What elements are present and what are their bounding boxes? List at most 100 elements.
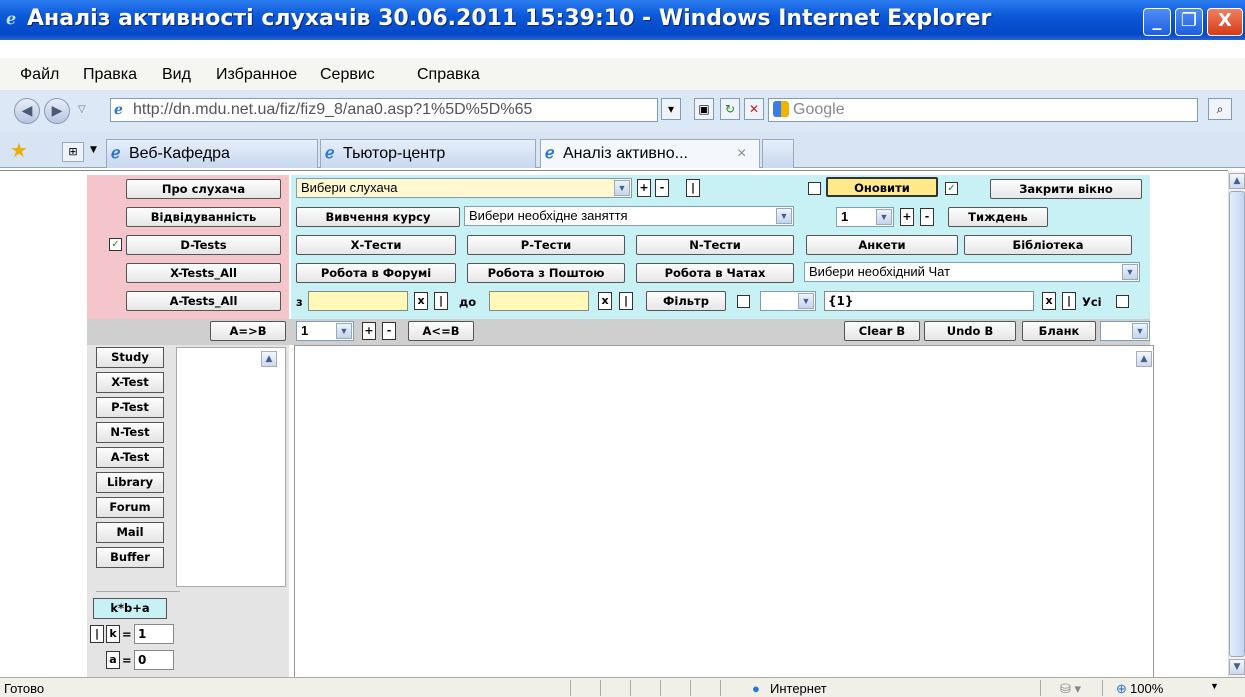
filter-checkbox[interactable] [737, 295, 750, 308]
refresh-right-checkbox[interactable]: ✓ [945, 182, 958, 195]
chevron-down-icon[interactable]: ▼ [776, 208, 792, 224]
about-student-button[interactable]: Про слухача [126, 179, 281, 199]
new-tab-button[interactable] [762, 139, 794, 168]
page-minus-button[interactable]: - [382, 322, 396, 340]
clear-b-button[interactable]: Clear B [844, 321, 920, 341]
filter-button[interactable]: Фільтр [646, 291, 726, 311]
favorites-star-icon[interactable]: ★ [10, 138, 28, 162]
compat-view-icon[interactable]: ▣ [694, 98, 714, 120]
menu-tools[interactable]: Сервис [320, 66, 375, 84]
tab-close-icon[interactable]: × [737, 140, 746, 167]
lesson-select[interactable]: Вибери необхідне заняття ▼ [464, 206, 794, 226]
k-button[interactable]: k [106, 625, 120, 643]
chat-work-button[interactable]: Робота в Чатах [636, 263, 794, 283]
value-clear-button[interactable]: x [1042, 292, 1056, 310]
sidebar-buffer-button[interactable]: Buffer [96, 547, 164, 568]
menu-favorites[interactable]: Избранное [216, 66, 297, 84]
scroll-up-icon[interactable]: ▲ [1229, 173, 1245, 189]
dtests-button[interactable]: D-Tests [126, 235, 281, 255]
forum-work-button[interactable]: Робота в Форумі [296, 263, 456, 283]
sidebar-study-button[interactable]: Study [96, 347, 164, 368]
menu-file[interactable]: Файл [20, 66, 59, 84]
mail-work-button[interactable]: Робота з Поштою [467, 263, 625, 283]
refresh-left-checkbox[interactable] [808, 182, 821, 195]
search-input[interactable]: Google [768, 98, 1198, 122]
menu-help[interactable]: Справка [417, 66, 480, 84]
scroll-up-icon[interactable]: ▲ [1136, 351, 1152, 367]
close-window-button[interactable]: Закрити вікно [990, 179, 1142, 199]
to-date-input[interactable] [489, 291, 589, 311]
refresh-icon[interactable]: ↻ [720, 98, 740, 120]
scroll-down-icon[interactable]: ▼ [1229, 659, 1245, 675]
kba-button[interactable]: k*b+a [93, 598, 167, 619]
chevron-down-icon[interactable]: ▼ [876, 209, 892, 225]
page-scrollbar[interactable]: ▲ ▼ [1228, 171, 1245, 678]
zoom-icon[interactable]: ⊕ [1116, 681, 1127, 697]
chevron-down-icon[interactable]: ▼ [798, 293, 814, 309]
k-value-input[interactable]: 1 [134, 624, 174, 644]
blank-select[interactable]: ▼ [1100, 321, 1150, 341]
n-tests-button[interactable]: N-Тести [636, 235, 794, 255]
from-bar-button[interactable]: | [434, 292, 448, 310]
chevron-down-icon[interactable]: ▼ [1122, 264, 1138, 280]
address-input[interactable]: http://dn.mdu.net.ua/fiz/fiz9_8/ana0.asp… [110, 98, 658, 122]
maximize-button[interactable]: ❐ [1175, 8, 1203, 36]
filter-value-input[interactable]: {1} [824, 291, 1034, 311]
week-select[interactable]: 1 ▼ [836, 207, 894, 227]
zoom-level[interactable]: 100% [1130, 681, 1163, 696]
sidebar-forum-button[interactable]: Forum [96, 497, 164, 518]
search-go-icon[interactable]: ⌕ [1208, 98, 1232, 120]
k-bar-button[interactable]: | [90, 625, 104, 643]
sidebar-library-button[interactable]: Library [96, 472, 164, 493]
xtests-all-button[interactable]: X-Tests_All [126, 263, 281, 283]
tab-tutor-center[interactable]: ℯ Тьютор-центр [320, 139, 536, 168]
week-plus-button[interactable]: + [900, 208, 914, 226]
address-dropdown-icon[interactable]: ▾ [661, 98, 681, 120]
sidebar-ptest-button[interactable]: P-Test [96, 397, 164, 418]
close-button[interactable]: X [1207, 8, 1243, 36]
student-bar-button[interactable]: | [686, 179, 700, 197]
forward-icon[interactable]: ▶ [44, 98, 70, 124]
tab-web-kafedra[interactable]: ℯ Веб-Кафедра [106, 139, 318, 168]
quick-tabs-icon[interactable]: ⊞ [62, 142, 84, 162]
study-course-button[interactable]: Вивчення курсу [296, 207, 460, 227]
to-bar-button[interactable]: | [619, 292, 633, 310]
surveys-button[interactable]: Анкети [806, 235, 958, 255]
scroll-up-icon[interactable]: ▲ [261, 351, 277, 367]
a-value-input[interactable]: 0 [134, 650, 174, 670]
chevron-down-icon[interactable]: ▼ [336, 323, 352, 339]
menu-edit[interactable]: Правка [83, 66, 137, 84]
attendance-button[interactable]: Відвідуванність [126, 207, 281, 227]
recent-pages-chevron-icon[interactable]: ▽ [78, 104, 86, 115]
from-clear-button[interactable]: x [414, 292, 428, 310]
sidebar-textarea[interactable] [176, 347, 286, 587]
zoom-chevron-icon[interactable]: ▼ [1210, 681, 1219, 691]
b-to-a-button[interactable]: A<=B [408, 321, 474, 341]
sidebar-mail-button[interactable]: Mail [96, 522, 164, 543]
page-num-select[interactable]: 1 ▼ [296, 321, 354, 341]
back-icon[interactable]: ◀ [14, 98, 40, 124]
undo-b-button[interactable]: Undo B [924, 321, 1016, 341]
x-tests-button[interactable]: Х-Тести [296, 235, 456, 255]
p-tests-button[interactable]: Р-Тести [467, 235, 625, 255]
sidebar-atest-button[interactable]: A-Test [96, 447, 164, 468]
atests-all-button[interactable]: A-Tests_All [126, 291, 281, 311]
chevron-down-icon[interactable]: ▼ [1132, 323, 1148, 339]
chevron-down-icon[interactable]: ▼ [614, 180, 630, 196]
page-plus-button[interactable]: + [362, 322, 376, 340]
sidebar-xtest-button[interactable]: X-Test [96, 372, 164, 393]
minimize-button[interactable]: _ [1143, 8, 1171, 36]
student-select[interactable]: Вибери слухача ▼ [296, 178, 632, 198]
sidebar-ntest-button[interactable]: N-Test [96, 422, 164, 443]
menu-view[interactable]: Вид [162, 66, 191, 84]
scroll-thumb[interactable] [1229, 191, 1245, 657]
a-to-b-button[interactable]: A=>B [210, 321, 286, 341]
week-minus-button[interactable]: - [920, 208, 934, 226]
from-date-input[interactable] [308, 291, 408, 311]
student-plus-button[interactable]: + [637, 179, 651, 197]
to-clear-button[interactable]: x [598, 292, 612, 310]
tab-analysis[interactable]: ℯ Аналіз активно... × [540, 139, 760, 168]
stop-icon[interactable]: ✕ [744, 98, 764, 120]
week-button[interactable]: Тиждень [948, 207, 1048, 227]
refresh-button[interactable]: Оновити [826, 177, 938, 197]
